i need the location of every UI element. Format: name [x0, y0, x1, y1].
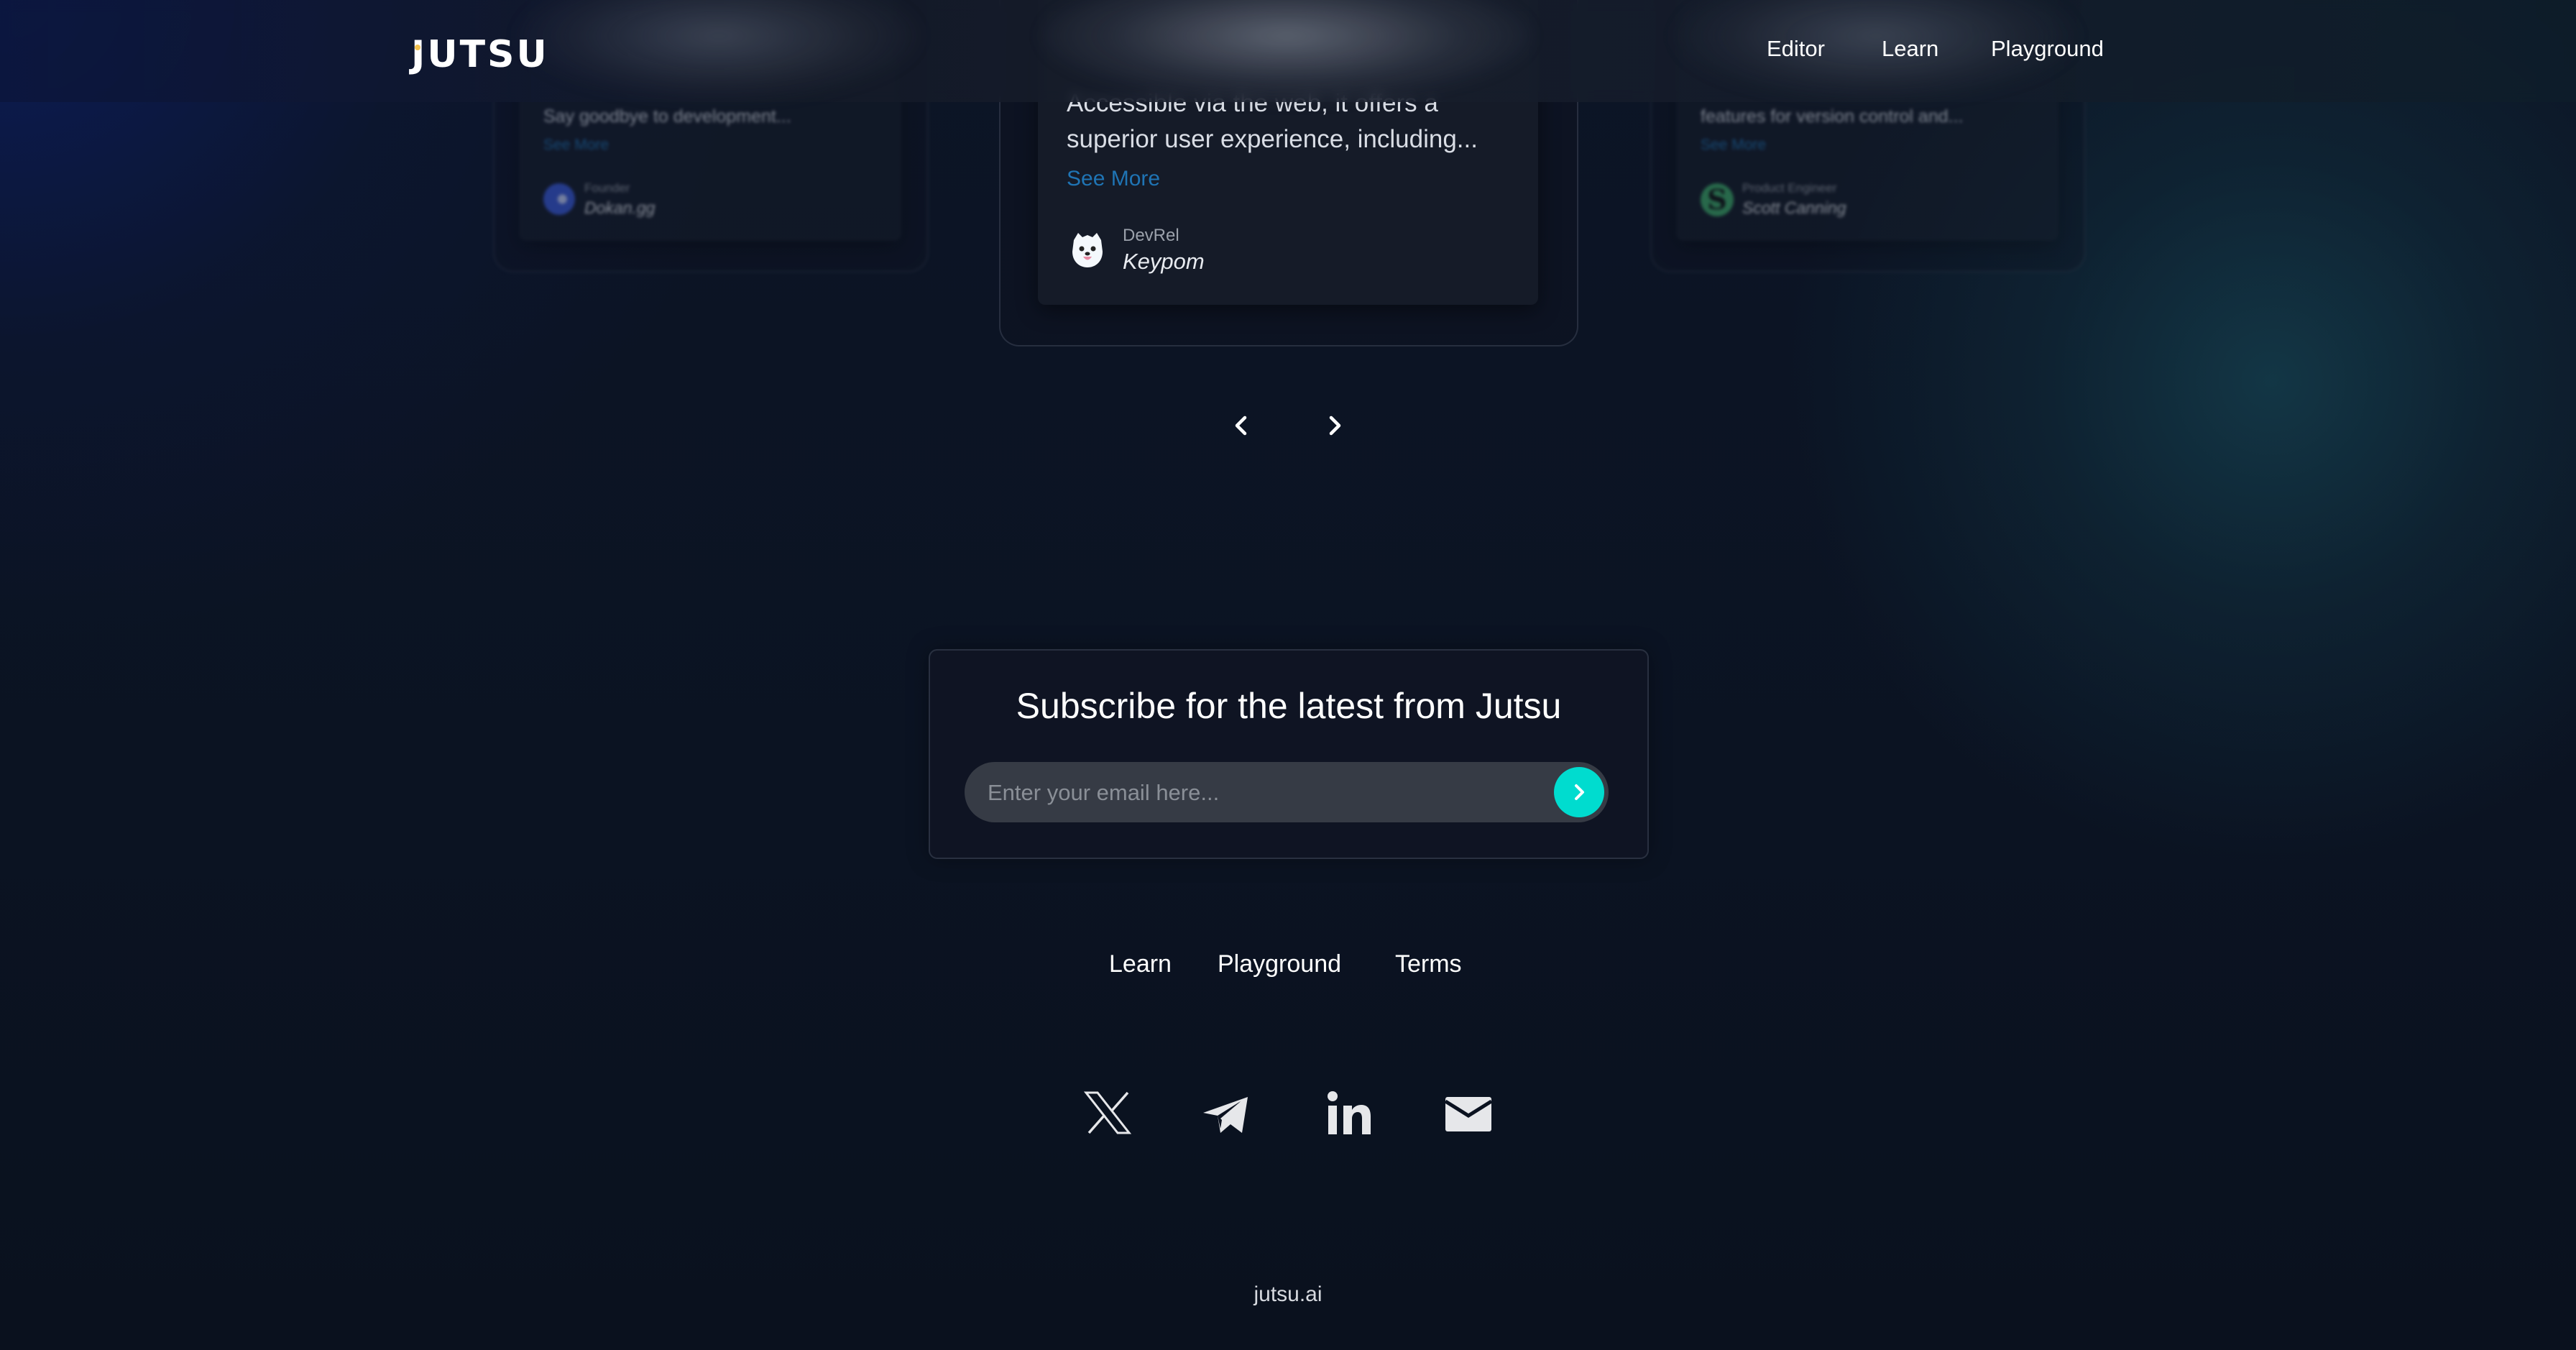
subscribe-section: Subscribe for the latest from Jutsu [929, 649, 1649, 859]
testimonial-role: Founder [584, 181, 630, 195]
keypom-dog-icon [1068, 230, 1107, 269]
footer-domain: jutsu.ai [1254, 1282, 1322, 1306]
testimonial-text: features for version control and... [1701, 106, 1964, 127]
email-field-wrapper [965, 762, 1609, 824]
testimonial-role: DevRel [1123, 226, 1179, 245]
testimonial-author: Keypom [1123, 249, 1205, 274]
testimonial-text: Say goodbye to development... [543, 106, 791, 127]
telegram-icon [1203, 1097, 1248, 1133]
linkedin-icon [1328, 1091, 1371, 1134]
chevron-right-icon [1575, 784, 1584, 800]
nav-playground[interactable]: Playground [1991, 36, 2104, 62]
email-icon [1444, 1097, 1493, 1131]
nav-editor[interactable]: Editor [1767, 36, 1825, 62]
nav-learn[interactable]: Learn [1882, 36, 1938, 62]
dokan-logo-icon [543, 183, 575, 215]
testimonial-author: Dokan.gg [584, 198, 656, 217]
footer-link-terms[interactable]: Terms [1395, 950, 1462, 978]
email-input[interactable] [986, 762, 1535, 824]
x-icon [1083, 1091, 1132, 1134]
header-glow-center [1042, 0, 1531, 101]
chevron-left-icon [1235, 415, 1247, 436]
logo-accent-dot [415, 45, 420, 50]
see-more-link[interactable]: See More [543, 137, 609, 154]
linkedin-social-link[interactable] [1322, 1085, 1376, 1140]
site-header [0, 0, 2576, 102]
testimonial-role: Product Engineer [1742, 181, 1837, 195]
x-social-link[interactable] [1080, 1085, 1135, 1140]
chevron-right-icon [1329, 415, 1341, 436]
header-glow-left [518, 0, 920, 101]
see-more-link[interactable]: See More [1067, 167, 1160, 191]
carousel-prev-button[interactable] [1228, 411, 1256, 440]
subscribe-title: Subscribe for the latest from Jutsu [1016, 686, 1562, 726]
carousel-next-button[interactable] [1320, 411, 1348, 440]
telegram-social-link[interactable] [1199, 1085, 1254, 1140]
jutsu-logo[interactable]: JUTSU [411, 33, 549, 76]
see-more-link[interactable]: See More [1701, 137, 1766, 154]
testimonial-text-line-2: superior user experience, including... [1067, 125, 1478, 153]
subscribe-submit-button[interactable] [1554, 767, 1604, 817]
footer-link-playground[interactable]: Playground [1218, 950, 1341, 978]
footer-link-learn[interactable]: Learn [1109, 950, 1172, 978]
testimonial-author: Scott Canning [1742, 198, 1846, 217]
email-social-link[interactable] [1441, 1085, 1496, 1140]
s-initial-logo-icon: S [1701, 183, 1734, 216]
